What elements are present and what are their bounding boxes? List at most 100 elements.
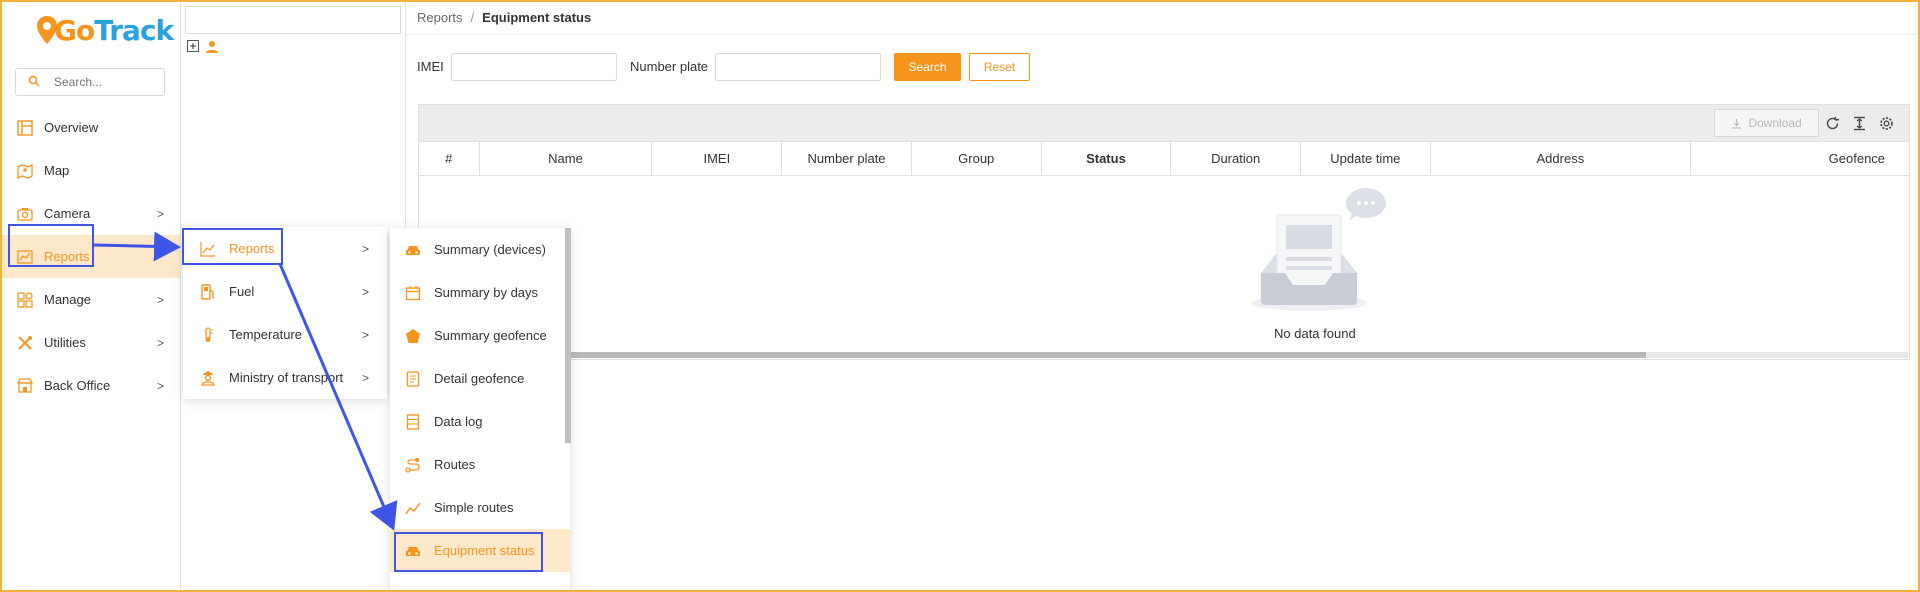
breadcrumb: Reports / Equipment status <box>417 10 591 25</box>
submenu-item-label: Routes <box>434 457 476 472</box>
chevron-right-icon: > <box>156 292 164 307</box>
menu-item-label: Fuel <box>229 284 255 299</box>
column-header[interactable]: # <box>419 142 480 175</box>
horizontal-scrollbar-thumb[interactable] <box>568 352 1646 358</box>
column-header[interactable]: Geofence <box>1691 142 1909 175</box>
download-button[interactable]: Download <box>1714 109 1819 137</box>
submenu-item-detail-geofence[interactable]: Detail geofence <box>390 357 570 400</box>
empty-state-text: No data found <box>1274 326 1356 341</box>
column-header[interactable]: Address <box>1431 142 1692 175</box>
submenu-item-routes[interactable]: Routes <box>390 443 570 486</box>
submenu-item-label: Summary by days <box>434 285 539 300</box>
column-header[interactable]: Number plate <box>782 142 912 175</box>
submenu-item-simple-routes[interactable]: Simple routes <box>390 486 570 529</box>
submenu-item-data-log[interactable]: Data log <box>390 400 570 443</box>
column-header[interactable]: Duration <box>1171 142 1301 175</box>
empty-inbox-icon <box>1251 188 1386 311</box>
refresh-icon[interactable] <box>1823 114 1841 132</box>
imei-label: IMEI <box>417 59 444 74</box>
car-icon <box>404 241 422 259</box>
submenu-item-summary-devices[interactable]: Summary (devices) <box>390 228 570 271</box>
column-header[interactable]: Update time <box>1301 142 1431 175</box>
pentagon-icon <box>404 327 422 345</box>
menu-item-temperature[interactable]: Temperature > <box>183 313 387 356</box>
settings-icon[interactable] <box>1877 114 1895 132</box>
results-table: Download # Name IMEI Number plate Group … <box>418 104 1910 360</box>
column-header[interactable]: Name <box>480 142 653 175</box>
sidebar-item-label: Overview <box>44 120 99 135</box>
logo-track-text: Track <box>94 13 174 47</box>
sidebar-item-label: Manage <box>44 292 91 307</box>
search-button[interactable]: Search <box>894 53 961 81</box>
sidebar-item-back-office[interactable]: Back Office > <box>2 364 180 407</box>
column-height-icon[interactable] <box>1850 114 1868 132</box>
camera-icon <box>16 205 34 223</box>
menu-item-fuel[interactable]: Fuel > <box>183 270 387 313</box>
sidebar-item-label: Map <box>44 163 70 178</box>
column-header[interactable]: Group <box>912 142 1042 175</box>
imei-input[interactable] <box>451 53 617 81</box>
chevron-right-icon: > <box>361 327 369 342</box>
sidebar-item-overview[interactable]: Overview <box>2 106 180 149</box>
tree-toolbar <box>187 40 219 57</box>
table-toolbar: Download <box>419 105 1909 141</box>
submenu-item-label: Data log <box>434 414 483 429</box>
tools-icon <box>16 334 34 352</box>
menu-item-ministry-of-transport[interactable]: Ministry of transport > <box>183 356 387 399</box>
tree-search-input[interactable] <box>185 6 401 34</box>
expand-icon[interactable] <box>187 40 199 57</box>
submenu-item-label: Simple routes <box>434 500 514 515</box>
submenu-item-more[interactable] <box>390 572 570 592</box>
chevron-right-icon: > <box>156 378 164 393</box>
table-header: # Name IMEI Number plate Group Status Du… <box>419 141 1909 176</box>
list-icon <box>404 413 422 431</box>
grid-icon <box>16 291 34 309</box>
highlight-sidebar-reports <box>8 224 94 267</box>
chevron-right-icon: > <box>156 206 164 221</box>
download-icon <box>1732 118 1742 129</box>
calendar-icon <box>404 284 422 302</box>
submenu-scrollbar[interactable] <box>565 228 571 443</box>
submenu-item-summary-by-days[interactable]: Summary by days <box>390 271 570 314</box>
store-icon <box>16 377 34 395</box>
sidebar-item-label: Utilities <box>44 335 86 350</box>
sidebar-item-map[interactable]: Map <box>2 149 180 192</box>
breadcrumb-parent[interactable]: Reports <box>417 10 463 25</box>
highlight-flyout-reports <box>182 228 283 265</box>
trend-icon <box>404 499 422 517</box>
fuel-icon <box>199 283 217 301</box>
reset-button[interactable]: Reset <box>969 53 1030 81</box>
officer-icon <box>199 369 217 387</box>
chevron-right-icon: > <box>361 284 369 299</box>
submenu-item-summary-geofence[interactable]: Summary geofence <box>390 314 570 357</box>
sidebar-item-utilities[interactable]: Utilities > <box>2 321 180 364</box>
column-header[interactable]: Status <box>1042 142 1172 175</box>
user-group-icon[interactable] <box>205 40 219 57</box>
sidebar-search-input[interactable] <box>52 74 156 90</box>
thermometer-icon <box>199 326 217 344</box>
breadcrumb-separator: / <box>470 10 475 25</box>
menu-item-label: Temperature <box>229 327 302 342</box>
submenu-item-label: Summary geofence <box>434 328 547 343</box>
sidebar-search[interactable] <box>15 68 165 96</box>
route-icon <box>404 456 422 474</box>
car-icon <box>404 585 422 592</box>
submenu-item-label: Detail geofence <box>434 371 525 386</box>
breadcrumb-current: Equipment status <box>482 10 592 25</box>
highlight-equipment-status <box>394 532 543 572</box>
number-plate-input[interactable] <box>715 53 881 81</box>
sidebar-item-manage[interactable]: Manage > <box>2 278 180 321</box>
download-label: Download <box>1748 116 1802 130</box>
submenu-item-label: Summary (devices) <box>434 242 546 257</box>
sidebar: GoTrack Overview Map Camera > Reports Ma… <box>2 2 181 590</box>
layout-icon <box>16 119 34 137</box>
column-header[interactable]: IMEI <box>652 142 783 175</box>
menu-item-label: Ministry of transport <box>229 370 344 385</box>
chevron-right-icon: > <box>156 335 164 350</box>
document-icon <box>404 370 422 388</box>
header-divider <box>406 34 1918 35</box>
logo-go-text: Go <box>54 13 95 47</box>
sidebar-item-label: Camera <box>44 206 91 221</box>
sidebar-item-label: Back Office <box>44 378 111 393</box>
gotrack-logo[interactable]: Go Track <box>36 10 174 50</box>
